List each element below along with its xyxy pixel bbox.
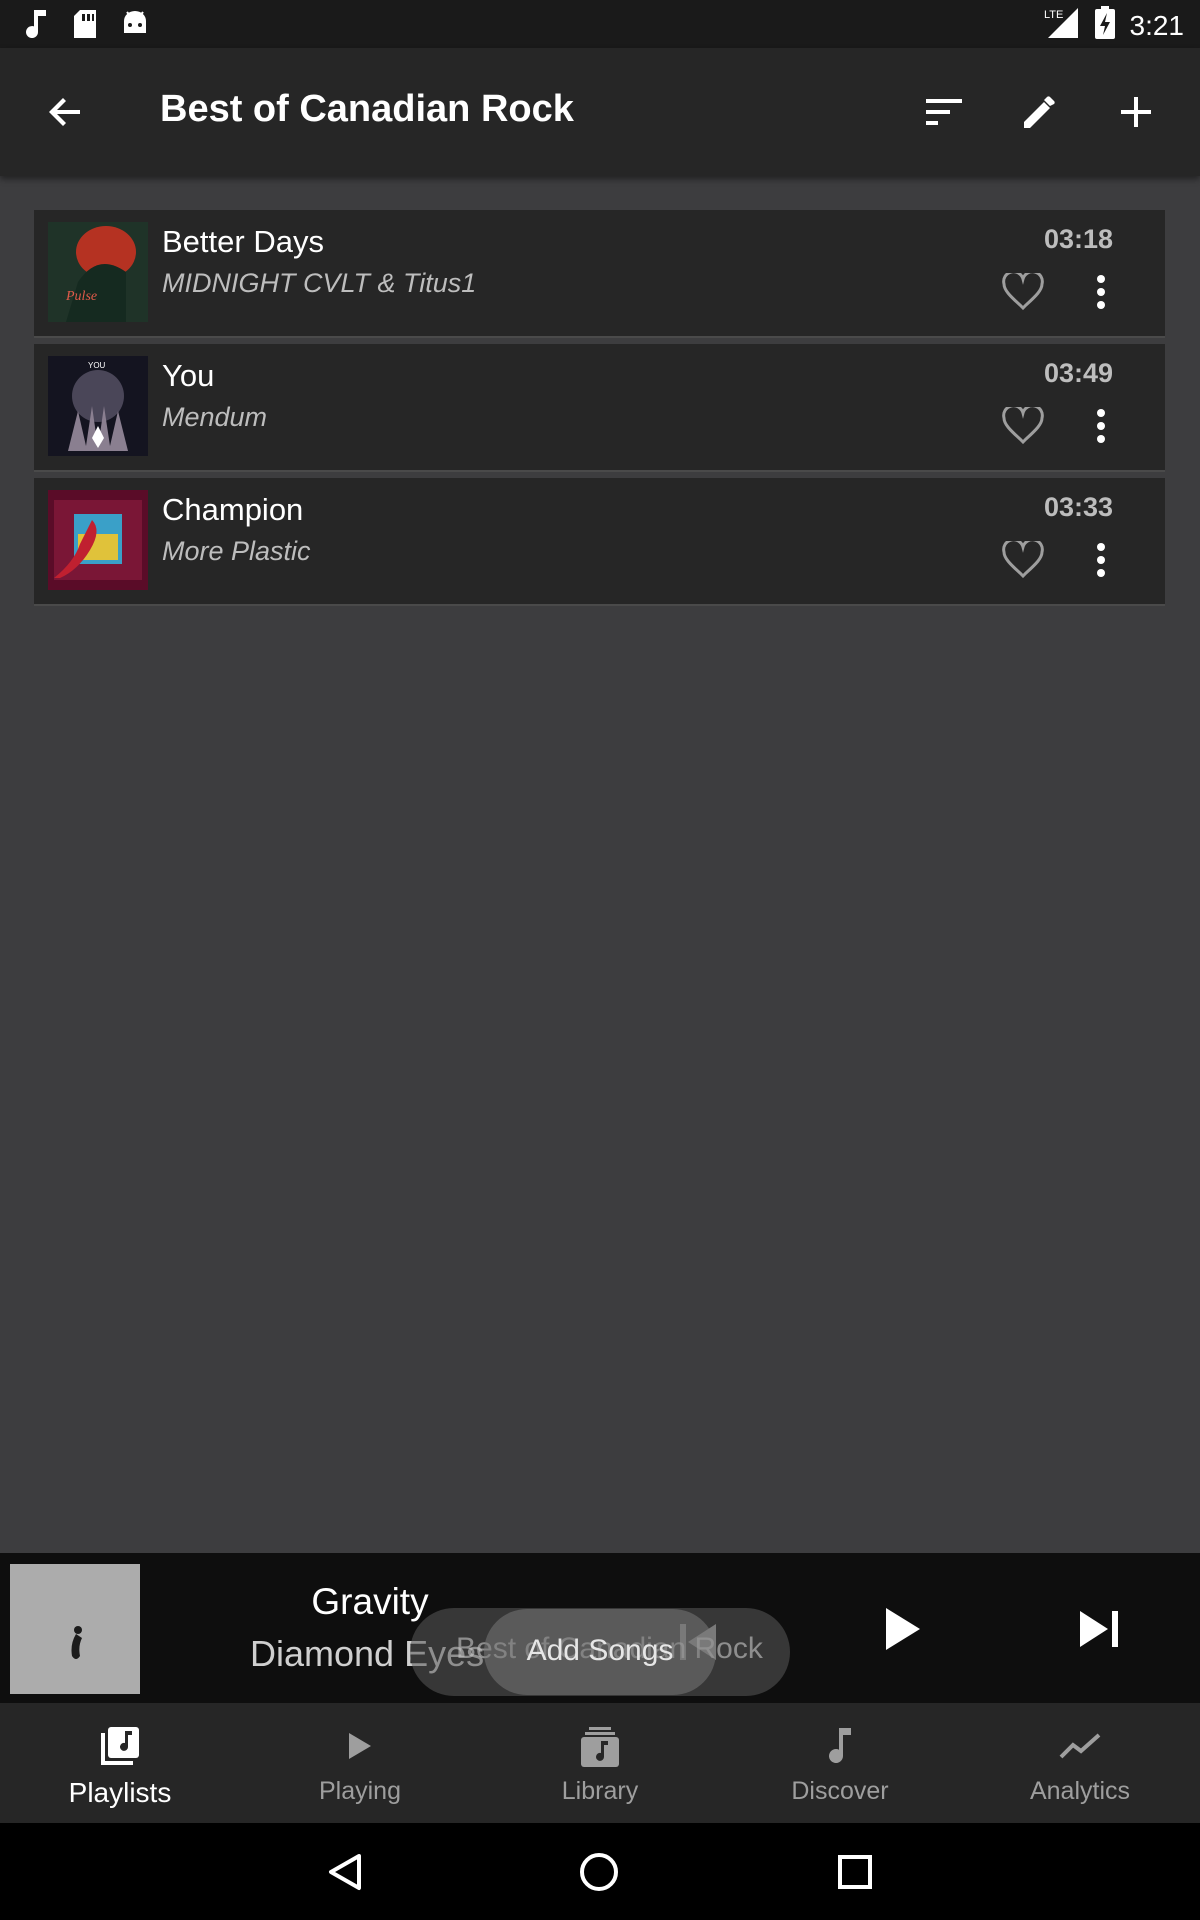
library-icon [581, 1723, 619, 1769]
page-title: Best of Canadian Rock [160, 88, 574, 130]
nav-analytics[interactable]: Analytics [960, 1703, 1200, 1823]
music-note-icon [827, 1723, 853, 1769]
nav-label: Playing [319, 1777, 401, 1805]
clock: 3:21 [1129, 9, 1185, 41]
song-artist: Mendum [162, 402, 268, 432]
song-row[interactable]: YOU You Mendum 03:49 [34, 344, 1165, 472]
edit-button[interactable] [1014, 86, 1066, 138]
song-title: You [162, 358, 215, 393]
heart-outline-icon [1002, 273, 1044, 311]
svg-text:Pulse: Pulse [65, 289, 97, 304]
more-options-button[interactable] [1089, 270, 1113, 314]
sort-icon [926, 99, 962, 125]
play-button[interactable] [872, 1599, 932, 1659]
more-vert-icon [1097, 275, 1105, 309]
play-icon [347, 1723, 373, 1769]
song-artist: More Plastic [162, 536, 311, 566]
nav-label: Library [561, 1777, 639, 1805]
play-icon [886, 1608, 920, 1650]
heart-outline-icon [1002, 541, 1044, 579]
nav-label: Playlists [68, 1777, 172, 1808]
svg-text:YOU: YOU [88, 361, 106, 370]
system-back-button[interactable] [320, 1847, 370, 1897]
add-button[interactable] [1110, 86, 1162, 138]
song-title: Champion [162, 492, 304, 527]
more-vert-icon [1097, 543, 1105, 577]
status-bar: LTE 3:21 [0, 0, 1200, 48]
square-recents-icon [838, 1855, 872, 1889]
trend-icon [1059, 1723, 1101, 1769]
edit-icon [1024, 96, 1055, 128]
favorite-button[interactable] [1001, 538, 1045, 582]
heart-outline-icon [1002, 407, 1044, 445]
more-vert-icon [1097, 409, 1105, 443]
now-playing-art [10, 1564, 140, 1694]
album-art [48, 490, 148, 590]
add-icon [1121, 97, 1151, 127]
more-options-button[interactable] [1089, 538, 1113, 582]
song-title: Better Days [162, 224, 324, 259]
song-duration: 03:49 [1043, 358, 1113, 388]
skip-next-icon [1080, 1611, 1118, 1647]
top-app-bar: Best of Canadian Rock [0, 48, 1200, 176]
music-note-icon [22, 8, 50, 45]
bottom-navigation: Playlists Playing Library Discover Analy… [0, 1703, 1200, 1823]
skip-next-button[interactable] [1070, 1599, 1130, 1659]
playlist-icon [99, 1723, 141, 1769]
song-artist: MIDNIGHT CVLT & Titus1 [162, 268, 477, 298]
nav-playlists[interactable]: Playlists [0, 1703, 240, 1823]
circle-home-icon [580, 1853, 618, 1891]
back-button[interactable] [40, 86, 92, 138]
system-recents-button[interactable] [830, 1847, 880, 1897]
android-icon [120, 9, 150, 44]
album-art: YOU [48, 356, 148, 456]
signal-icon: LTE [1044, 6, 1080, 45]
nav-label: Discover [791, 1777, 889, 1805]
more-options-button[interactable] [1089, 404, 1113, 448]
song-duration: 03:18 [1043, 224, 1113, 254]
nav-playing[interactable]: Playing [240, 1703, 480, 1823]
nav-discover[interactable]: Discover [720, 1703, 960, 1823]
arrow-back-icon [49, 98, 80, 126]
song-row[interactable]: Pulse Better Days MIDNIGHT CVLT & Titus1… [34, 210, 1165, 338]
system-home-button[interactable] [574, 1847, 624, 1897]
song-duration: 03:33 [1043, 492, 1113, 522]
favorite-button[interactable] [1001, 270, 1045, 314]
album-art: Pulse [48, 222, 148, 322]
favorite-button[interactable] [1001, 404, 1045, 448]
add-songs-label: Add Songs [526, 1634, 674, 1667]
nav-label: Analytics [1029, 1777, 1131, 1805]
network-label: LTE [1044, 9, 1063, 21]
nav-library[interactable]: Library [480, 1703, 720, 1823]
battery-charging-icon [1094, 6, 1116, 45]
system-navigation-bar [0, 1823, 1200, 1920]
sd-card-icon [72, 8, 98, 45]
sort-button[interactable] [918, 86, 970, 138]
song-row[interactable]: Champion More Plastic 03:33 [34, 478, 1165, 606]
triangle-back-icon [329, 1854, 361, 1890]
song-list: Pulse Better Days MIDNIGHT CVLT & Titus1… [34, 210, 1165, 612]
